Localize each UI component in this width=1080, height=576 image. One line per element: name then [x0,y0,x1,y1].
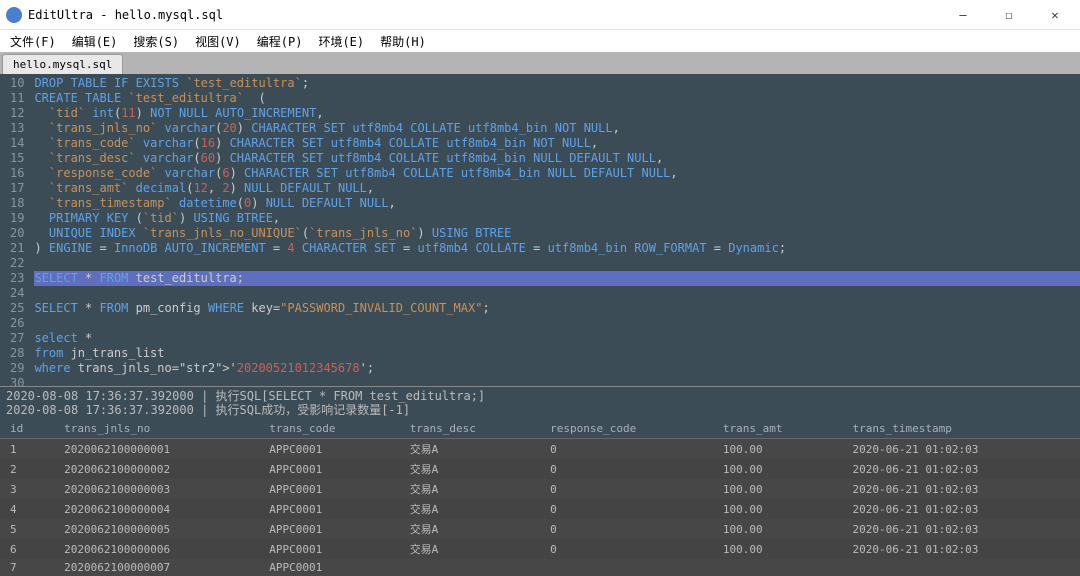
tab-active[interactable]: hello.mysql.sql [2,54,123,74]
cell: 0 [540,519,713,539]
cell: 2020062100000004 [54,499,259,519]
table-row[interactable]: 22020062100000002APPC0001交易A0100.002020-… [0,459,1080,479]
col-header[interactable]: trans_timestamp [842,419,1080,439]
line-gutter: 1011121314151617181920212223242526272829… [0,74,30,386]
cell: APPC0001 [259,539,399,559]
cell: 2020-06-21 01:02:03 [842,539,1080,559]
code-content[interactable]: DROP TABLE IF EXISTS `test_editultra`;CR… [30,74,1080,386]
menu-env[interactable]: 环境(E) [310,31,372,52]
table-row[interactable]: 32020062100000003APPC0001交易A0100.002020-… [0,479,1080,499]
menu-search[interactable]: 搜索(S) [125,31,187,52]
cell: 2 [0,459,54,479]
cell: 100.00 [713,519,843,539]
menu-program[interactable]: 编程(P) [249,31,311,52]
cell: 1 [0,439,54,460]
cell: 2020062100000002 [54,459,259,479]
cell: 交易A [400,459,540,479]
cell [713,559,843,576]
cell: APPC0001 [259,499,399,519]
table-row[interactable]: 62020062100000006APPC0001交易A0100.002020-… [0,539,1080,559]
cell: 5 [0,519,54,539]
menu-view[interactable]: 视图(V) [187,31,249,52]
cell: 交易A [400,539,540,559]
window-title: EditUltra - hello.mysql.sql [28,8,940,22]
cell: 2020-06-21 01:02:03 [842,459,1080,479]
app-icon [6,7,22,23]
log-line: 2020-08-08 17:36:37.392000 | 执行SQL成功，受影响… [6,403,1074,417]
cell [400,559,540,576]
cell: 100.00 [713,479,843,499]
code-editor[interactable]: 1011121314151617181920212223242526272829… [0,74,1080,386]
cell [842,559,1080,576]
cell: 7 [0,559,54,576]
cell: 0 [540,439,713,460]
log-panel: 2020-08-08 17:36:37.392000 | 执行SQL[SELEC… [0,386,1080,419]
col-header[interactable]: trans_code [259,419,399,439]
menu-edit[interactable]: 编辑(E) [64,31,126,52]
menu-bar: 文件(F) 编辑(E) 搜索(S) 视图(V) 编程(P) 环境(E) 帮助(H… [0,30,1080,52]
cell: 2020-06-21 01:02:03 [842,439,1080,460]
main-area: 1011121314151617181920212223242526272829… [0,74,1080,386]
cell: APPC0001 [259,559,399,576]
table-row[interactable]: 12020062100000001APPC0001交易A0100.002020-… [0,439,1080,460]
cell: 4 [0,499,54,519]
cell: 6 [0,539,54,559]
cell: 交易A [400,499,540,519]
results-grid[interactable]: idtrans_jnls_notrans_codetrans_descrespo… [0,419,1080,576]
menu-file[interactable]: 文件(F) [2,31,64,52]
col-header[interactable]: trans_desc [400,419,540,439]
cell: 2020-06-21 01:02:03 [842,499,1080,519]
col-header[interactable]: id [0,419,54,439]
col-header[interactable]: response_code [540,419,713,439]
cell: 交易A [400,519,540,539]
menu-help[interactable]: 帮助(H) [372,31,434,52]
cell: 0 [540,499,713,519]
cell: APPC0001 [259,479,399,499]
cell: 100.00 [713,459,843,479]
cell: 交易A [400,439,540,460]
cell: 交易A [400,479,540,499]
cell: 0 [540,539,713,559]
close-button[interactable]: ✕ [1032,0,1078,30]
cell: 2020062100000001 [54,439,259,460]
cell: 2020062100000003 [54,479,259,499]
cell: APPC0001 [259,459,399,479]
col-header[interactable]: trans_amt [713,419,843,439]
cell: 0 [540,459,713,479]
tab-bar: hello.mysql.sql [0,52,1080,74]
title-bar: EditUltra - hello.mysql.sql — ☐ ✕ [0,0,1080,30]
table-row[interactable]: 72020062100000007APPC0001 [0,559,1080,576]
cell: APPC0001 [259,439,399,460]
cell: 100.00 [713,439,843,460]
cell: 100.00 [713,539,843,559]
cell: 2020062100000005 [54,519,259,539]
cell: 2020062100000007 [54,559,259,576]
table-row[interactable]: 52020062100000005APPC0001交易A0100.002020-… [0,519,1080,539]
cell [540,559,713,576]
cell: APPC0001 [259,519,399,539]
cell: 100.00 [713,499,843,519]
log-line: 2020-08-08 17:36:37.392000 | 执行SQL[SELEC… [6,389,1074,403]
cell: 2020-06-21 01:02:03 [842,479,1080,499]
cell: 3 [0,479,54,499]
cell: 2020062100000006 [54,539,259,559]
table-row[interactable]: 42020062100000004APPC0001交易A0100.002020-… [0,499,1080,519]
maximize-button[interactable]: ☐ [986,0,1032,30]
cell: 0 [540,479,713,499]
cell: 2020-06-21 01:02:03 [842,519,1080,539]
col-header[interactable]: trans_jnls_no [54,419,259,439]
minimize-button[interactable]: — [940,0,986,30]
